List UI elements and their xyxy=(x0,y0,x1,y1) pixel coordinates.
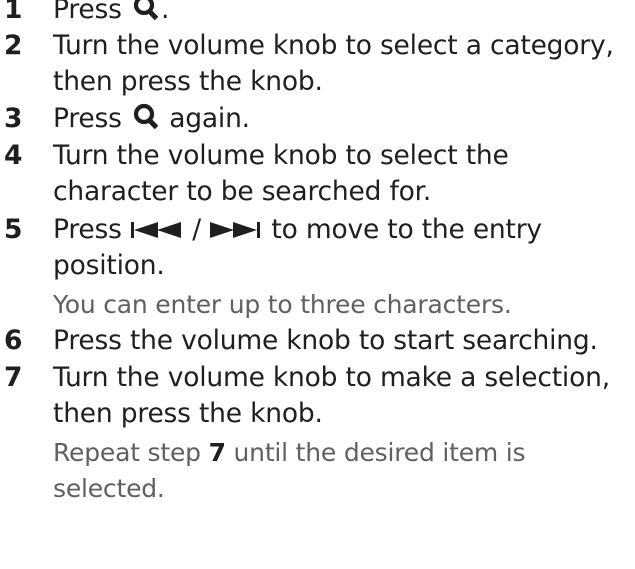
step-text: Turn the volume knob to select the xyxy=(53,140,509,171)
step-text: Turn the volume knob to make a selection… xyxy=(53,362,610,393)
step-number: 6 xyxy=(4,325,23,356)
step-text: then press the knob. xyxy=(53,66,323,97)
step-7-note-line-2: selected. xyxy=(53,474,165,503)
step-text: Turn the volume knob to select a categor… xyxy=(53,30,614,61)
step-text: character to be searched for. xyxy=(53,176,432,207)
step-reference: 7 xyxy=(208,438,226,467)
step-number: 4 xyxy=(4,140,23,171)
search-icon xyxy=(133,103,159,130)
step-number: 1 xyxy=(4,0,23,25)
step-text: Press . xyxy=(53,0,169,28)
step-text: position. xyxy=(53,250,165,281)
step-text: then press the knob. xyxy=(53,398,323,429)
step-number: 5 xyxy=(4,214,23,245)
search-icon xyxy=(133,0,159,21)
skip-previous-icon xyxy=(130,222,181,238)
step-5-note: You can enter up to three characters. xyxy=(53,290,512,319)
step-number: 3 xyxy=(4,103,23,134)
step-text: Press / to move to the entry xyxy=(53,214,542,245)
step-text: Press again. xyxy=(53,103,250,134)
step-text: Press the volume knob to start searching… xyxy=(53,325,598,356)
step-7-note: Repeat step 7 until the desired item is xyxy=(53,438,526,467)
skip-next-icon xyxy=(210,222,261,238)
step-number: 2 xyxy=(4,30,23,61)
step-number: 7 xyxy=(4,362,23,393)
